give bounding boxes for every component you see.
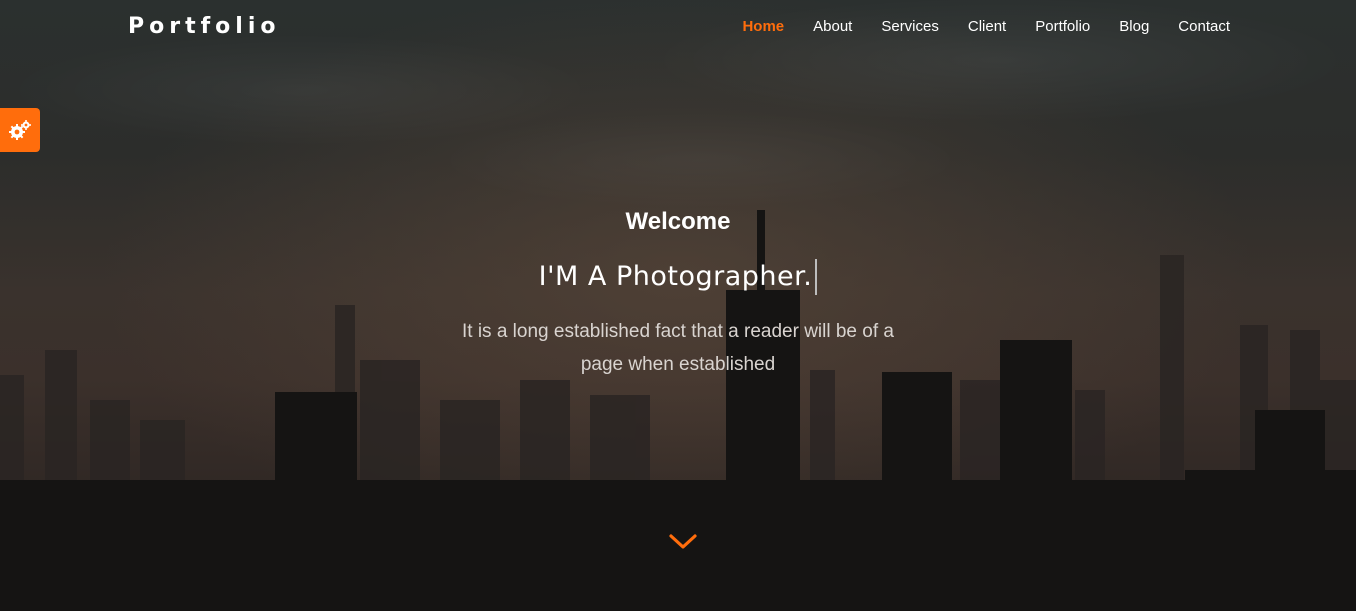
nav-item-blog[interactable]: Blog [1119,18,1149,35]
nav-links: Home About Services Client Portfolio Blo… [713,18,1230,35]
nav-item-contact[interactable]: Contact [1178,18,1230,35]
nav-item-services[interactable]: Services [881,18,939,35]
brand-logo[interactable]: Portfolio [128,14,281,39]
settings-toggle-button[interactable] [0,108,40,152]
headline-text: I'M A Photographer. [538,261,813,292]
hero-content: Welcome I'M A Photographer. It is a long… [0,205,1356,381]
hero-section: Portfolio Home About Services Client Por… [0,0,1356,611]
top-navbar: Portfolio Home About Services Client Por… [0,0,1356,56]
nav-item-about[interactable]: About [813,18,852,35]
typing-cursor [815,259,818,295]
welcome-heading: Welcome [625,208,731,235]
chevron-down-icon [669,534,697,549]
hero-description: It is a long established fact that a rea… [462,321,894,375]
nav-item-home[interactable]: Home [742,18,784,35]
nav-item-portfolio[interactable]: Portfolio [1035,18,1090,35]
nav-item-client[interactable]: Client [968,18,1006,35]
scroll-down-button[interactable] [668,530,698,554]
gears-icon [9,120,31,140]
hero-headline: I'M A Photographer. [0,259,1356,295]
